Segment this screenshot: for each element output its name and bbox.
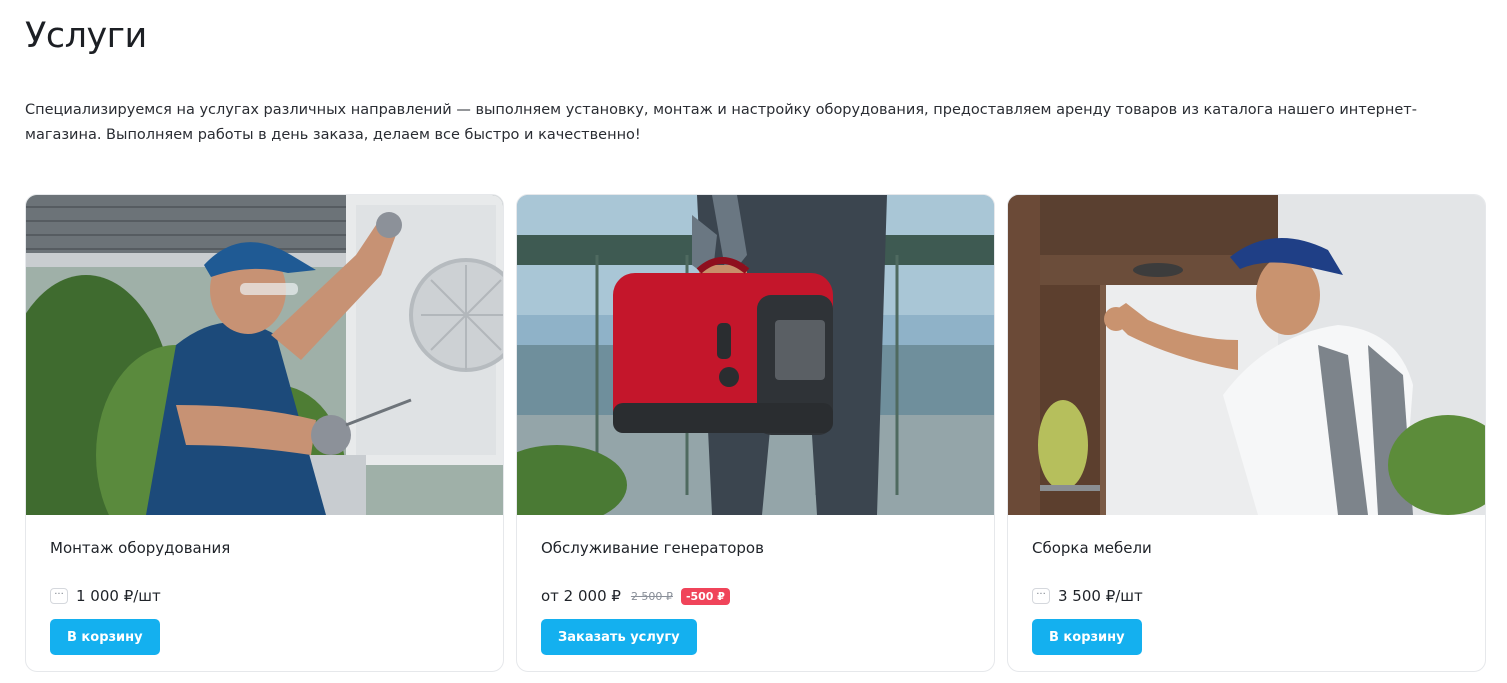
furniture-assembly-photo [1008,195,1485,515]
price: 3 500 ₽/шт [1058,587,1143,605]
technician-ac-photo [26,195,503,515]
service-name[interactable]: Монтаж оборудования [50,538,230,558]
more-options-icon[interactable]: ··· [1032,588,1050,604]
discount-badge: -500 ₽ [680,587,730,605]
price-row: ··· 3 500 ₽/шт [1032,585,1143,607]
card-image[interactable] [517,195,994,515]
service-card-installation[interactable]: Монтаж оборудования ··· 1 000 ₽/шт В кор… [25,194,504,672]
card-image[interactable] [26,195,503,515]
add-to-cart-button[interactable]: В корзину [1032,619,1142,655]
services-page: Услуги Специализируемся на услугах разли… [0,0,1507,683]
service-card-furniture[interactable]: Сборка мебели ··· 3 500 ₽/шт В корзину [1007,194,1486,672]
service-name[interactable]: Обслуживание генераторов [541,538,764,558]
card-image[interactable] [1008,195,1485,515]
page-intro: Специализируемся на услугах различных на… [25,102,1417,143]
page-title: Услуги [25,16,147,56]
service-card-generators[interactable]: Обслуживание генераторов от 2 000 ₽ 2 50… [516,194,995,672]
order-service-button[interactable]: Заказать услугу [541,619,697,655]
generator-photo [517,195,994,515]
service-name[interactable]: Сборка мебели [1032,538,1152,558]
price-row: от 2 000 ₽ 2 500 ₽ -500 ₽ [541,585,730,607]
more-options-icon[interactable]: ··· [50,588,68,604]
old-price: 2 500 ₽ [630,589,673,603]
price: 1 000 ₽/шт [76,587,161,605]
add-to-cart-button[interactable]: В корзину [50,619,160,655]
price-row: ··· 1 000 ₽/шт [50,585,161,607]
service-cards: Монтаж оборудования ··· 1 000 ₽/шт В кор… [25,194,1486,672]
price: от 2 000 ₽ [541,587,621,605]
